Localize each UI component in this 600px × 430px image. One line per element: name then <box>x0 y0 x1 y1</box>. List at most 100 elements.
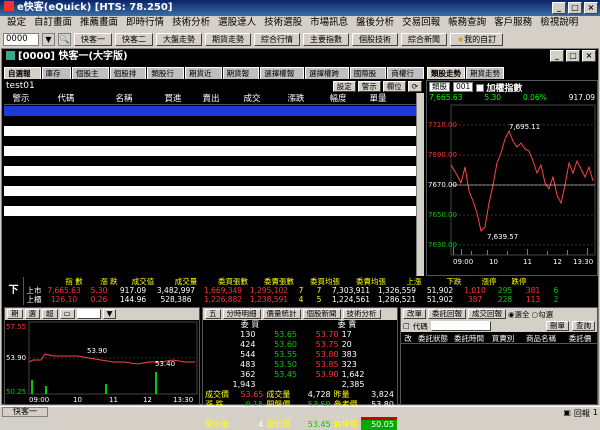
intraday-chart-panel: 期 選 超 ▭ ▼ 57.55 53.90 50.25 53.90 53.40 … <box>4 307 200 405</box>
query-button[interactable]: 查詢 <box>572 321 595 331</box>
column-header[interactable]: 名稱 <box>94 93 154 104</box>
report-label[interactable]: 回報 <box>574 408 590 419</box>
menu-item[interactable]: 檢視說明 <box>536 16 582 30</box>
list-alert-button[interactable]: 警示 <box>357 81 381 92</box>
column-header[interactable]: 單量 <box>358 93 398 104</box>
ask-volume: 383 <box>341 350 357 359</box>
list-refresh-icon[interactable]: ⟳ <box>407 81 422 92</box>
favorite-button[interactable]: ★我的自訂 <box>450 32 504 46</box>
toolbar-button[interactable]: 綜合新聞 <box>401 32 447 46</box>
color-select[interactable]: ▭ <box>59 309 75 319</box>
tool-button[interactable]: 成交回報 <box>468 309 506 319</box>
column-header[interactable]: 買進 <box>154 93 192 104</box>
tool-button[interactable]: 技術分析 <box>342 309 381 319</box>
column-header[interactable]: 賣出 <box>192 93 230 104</box>
table-row[interactable] <box>4 196 416 206</box>
column-header[interactable]: 警示 <box>4 93 38 104</box>
radio-selected[interactable]: ○勾選 <box>532 309 554 320</box>
menu-item[interactable]: 自訂畫面 <box>30 16 76 30</box>
radio-all[interactable]: ◉選全 <box>508 309 530 320</box>
tab[interactable]: 選擇權報價 <box>260 67 304 89</box>
stock-code-input[interactable]: 0000 <box>3 32 39 46</box>
code-filter-input[interactable] <box>430 321 491 331</box>
close-button[interactable]: × <box>584 2 598 14</box>
tab[interactable]: 期貨報價 <box>222 67 260 89</box>
taskbar-item[interactable]: 快客一 <box>2 407 48 417</box>
dropdown-arrow-icon[interactable]: ▼ <box>42 32 55 46</box>
toolbar-button[interactable]: 主要指數 <box>303 32 349 46</box>
tool-button[interactable]: 個股新聞 <box>302 309 341 319</box>
menu-item[interactable]: 技術分析 <box>168 16 214 30</box>
tab[interactable]: 類股走勢 <box>427 67 465 79</box>
maximize-button[interactable]: □ <box>568 2 582 14</box>
table-row[interactable] <box>4 176 416 186</box>
table-row[interactable] <box>4 116 416 126</box>
toolbar-button[interactable]: 期貨走勢 <box>205 32 251 46</box>
table-row[interactable] <box>4 126 416 136</box>
menu-item[interactable]: 帳務查詢 <box>444 16 490 30</box>
table-row[interactable] <box>4 146 416 156</box>
bid-total: 1,943 <box>232 380 256 389</box>
table-row[interactable] <box>4 156 416 166</box>
tool-button[interactable]: 分時明細 <box>222 309 261 319</box>
tool-button[interactable]: 改單 <box>403 309 426 319</box>
table-row[interactable] <box>4 136 416 146</box>
code-select[interactable]: 001 <box>453 82 474 92</box>
toolbar-button[interactable]: 個股技術 <box>352 32 398 46</box>
tab[interactable]: 商權行情 <box>387 67 425 89</box>
tab[interactable]: 個股主題 <box>72 67 109 89</box>
column-header[interactable]: 代碼 <box>38 93 94 104</box>
minimize-button[interactable]: _ <box>552 2 566 14</box>
window-minimize-button[interactable]: _ <box>550 50 564 62</box>
tab[interactable]: 庫存股 <box>41 67 72 89</box>
tab[interactable]: 國際股指 <box>349 67 387 89</box>
tool-button[interactable]: 超 <box>42 309 58 319</box>
list-settings-button[interactable]: 設定 <box>332 81 356 92</box>
order-button[interactable]: 下單 <box>4 277 24 324</box>
tool-button[interactable]: 五 <box>205 309 221 319</box>
menu-item[interactable]: 市場訊息 <box>306 16 352 30</box>
tab[interactable]: 期貨走勢 <box>466 67 504 79</box>
search-icon[interactable]: 🔍 <box>58 32 71 46</box>
column-header[interactable]: 幅度 <box>318 93 358 104</box>
column-header[interactable]: 漲跌 <box>274 93 318 104</box>
toolbar-button[interactable]: 綜合行情 <box>254 32 300 46</box>
tool-button[interactable]: 委託回報 <box>428 309 466 319</box>
list-scrollbar[interactable] <box>416 93 424 276</box>
window-close-button[interactable]: × <box>582 50 596 62</box>
column-header[interactable]: 成交 <box>230 93 274 104</box>
table-row[interactable] <box>4 106 416 116</box>
tab[interactable]: 個股排行 <box>109 67 147 89</box>
menu-item[interactable]: 交易回報 <box>398 16 444 30</box>
window-maximize-button[interactable]: □ <box>566 50 580 62</box>
code-field[interactable] <box>76 309 101 319</box>
checkbox-icon <box>476 83 485 92</box>
menu-item[interactable]: 推薦畫面 <box>76 16 122 30</box>
menu-item[interactable]: 客戶服務 <box>490 16 536 30</box>
tab[interactable]: 選擇權跨月 <box>305 67 349 89</box>
tab[interactable]: 類股行情 <box>147 67 184 89</box>
menu-item[interactable]: 選股達人 <box>214 16 260 30</box>
table-row[interactable] <box>4 186 416 196</box>
category-select[interactable]: 類股 <box>429 82 450 92</box>
report-icon[interactable]: ▣ <box>563 408 571 419</box>
toolbar-button[interactable]: 快客二 <box>115 32 153 46</box>
table-row[interactable] <box>4 206 416 216</box>
toolbar-button[interactable]: 大盤走勢 <box>156 32 202 46</box>
chevron-down-icon[interactable]: ▼ <box>102 309 117 319</box>
toolbar-button[interactable]: 快客一 <box>74 32 112 46</box>
table-row[interactable] <box>4 166 416 176</box>
menu-item[interactable]: 設定 <box>3 16 30 30</box>
delete-order-button[interactable]: 刪單 <box>546 321 569 331</box>
index-checkbox[interactable]: 加權指數 <box>476 81 522 94</box>
menu-item[interactable]: 技術選股 <box>260 16 306 30</box>
menu-item[interactable]: 即時行情 <box>122 16 168 30</box>
tool-button[interactable]: 期 <box>7 309 23 319</box>
tab[interactable]: 期貨近月 <box>184 67 222 89</box>
tool-button[interactable]: 選 <box>24 309 40 319</box>
menu-item[interactable]: 盤後分析 <box>352 16 398 30</box>
tool-button[interactable]: 價量統計 <box>262 309 301 319</box>
code-checkbox-icon[interactable]: ☐ <box>403 322 410 331</box>
list-columns-button[interactable]: 欄位 <box>382 81 406 92</box>
tab[interactable]: 自選報價 <box>4 67 41 89</box>
